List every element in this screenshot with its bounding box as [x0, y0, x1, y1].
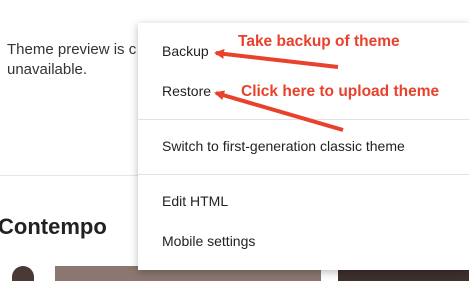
arrow-to-restore	[214, 90, 344, 132]
arrow-to-backup	[214, 48, 339, 69]
annotation-arrows	[214, 48, 344, 132]
